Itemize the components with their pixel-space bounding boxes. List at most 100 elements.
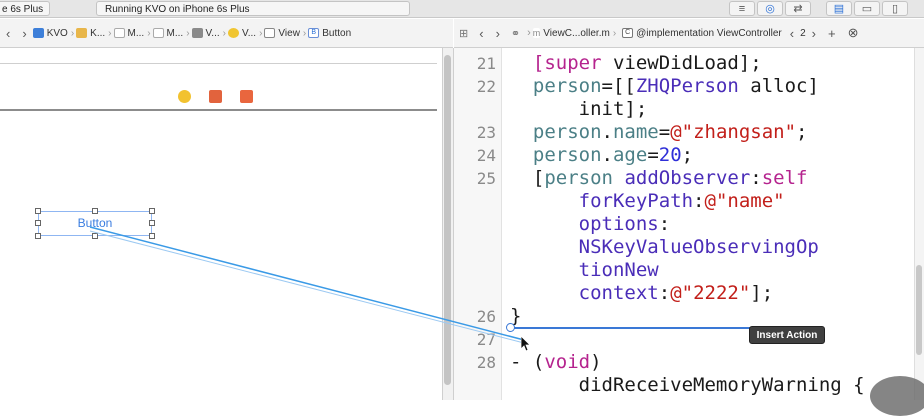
code-editor[interactable]: [super viewDidLoad]; person=[[ZHQPerson … xyxy=(510,48,914,400)
insertion-indicator-dot xyxy=(506,323,515,332)
resize-handle[interactable] xyxy=(35,220,41,226)
code-line[interactable]: [person addObserver:self xyxy=(510,167,808,190)
resize-handle[interactable] xyxy=(92,208,98,214)
file-icon xyxy=(152,28,164,38)
resize-handle[interactable] xyxy=(149,220,155,226)
code-line[interactable]: - (void) xyxy=(510,351,602,374)
overlay-shadow xyxy=(870,376,924,416)
scene-icon xyxy=(191,28,203,38)
navigator-icon[interactable]: ▤ xyxy=(826,1,852,16)
code-line[interactable]: person=[[ZHQPerson alloc] xyxy=(510,75,819,98)
code-token: viewDidLoad]; xyxy=(601,52,762,74)
code-token: = xyxy=(658,121,671,143)
code-line[interactable]: tionNew xyxy=(510,259,659,282)
lines-icon[interactable]: ≡ xyxy=(729,1,755,16)
code-token: 20 xyxy=(658,144,682,166)
forward-arrow-icon[interactable]: › xyxy=(496,26,500,41)
code-token: : xyxy=(693,190,705,212)
code-token: . xyxy=(601,121,613,143)
mouse-cursor-icon xyxy=(521,336,531,352)
breadcrumb-storyboard-base[interactable]: M... › xyxy=(152,28,190,39)
view-controller-icon[interactable] xyxy=(178,90,191,103)
code-token: tionNew xyxy=(578,259,659,281)
code-token: name xyxy=(612,121,659,143)
code-token: options xyxy=(578,213,659,235)
code-line[interactable]: options: xyxy=(510,213,671,236)
window-toolbar: e 6s Plus Running KVO on iPhone 6s Plus … xyxy=(0,0,924,18)
resize-handle[interactable] xyxy=(35,208,41,214)
debug-area-icon[interactable]: ▭ xyxy=(854,1,880,16)
add-editor-icon[interactable]: + xyxy=(828,26,836,41)
button-icon: B xyxy=(308,28,320,38)
code-line[interactable]: context:@"2222"]; xyxy=(510,282,774,305)
storyboard-jump-bar: ‹ › KVO › K... › M... › M... › V... › V... › V… xyxy=(0,19,453,48)
code-token: self xyxy=(761,167,808,189)
breadcrumb-button[interactable]: B Button xyxy=(308,28,351,39)
related-items-icon[interactable]: ⚭ xyxy=(511,27,520,40)
breadcrumb-symbol[interactable]: C @implementation ViewController xyxy=(622,28,782,39)
code-line[interactable]: [super viewDidLoad]; xyxy=(510,52,762,75)
code-token: [ xyxy=(532,167,545,189)
code-token: ]; xyxy=(750,282,774,304)
forward-arrow-icon[interactable]: › xyxy=(22,26,26,41)
code-line[interactable]: NSKeyValueObservingOp xyxy=(510,236,819,259)
close-editor-icon[interactable]: ⊗ xyxy=(848,25,859,41)
folder-icon xyxy=(76,28,88,38)
first-responder-icon[interactable] xyxy=(209,90,222,103)
separator-icon: › xyxy=(527,27,531,39)
back-arrow-icon[interactable]: ‹ xyxy=(479,26,483,41)
breadcrumb-source-file[interactable]: m ViewC...oller.m › xyxy=(532,28,616,39)
line-number: 25 xyxy=(476,169,496,188)
editor-scrollbar[interactable] xyxy=(916,265,922,355)
insert-action-tooltip: Insert Action xyxy=(749,326,825,344)
code-token: ZHQPerson xyxy=(635,75,739,97)
breadcrumb-view[interactable]: View › xyxy=(264,28,306,39)
resize-handle[interactable] xyxy=(35,233,41,239)
code-token: = xyxy=(647,144,659,166)
breadcrumb-folder[interactable]: K... › xyxy=(76,28,112,39)
next-issue-icon[interactable]: › xyxy=(812,26,816,41)
code-line[interactable]: didReceiveMemoryWarning { xyxy=(510,374,865,397)
code-token: NSKeyValueObservingOp xyxy=(578,236,819,258)
code-token: @"name" xyxy=(704,190,785,212)
code-token: person xyxy=(532,75,602,97)
counterpart-count: 2 xyxy=(800,27,806,39)
exit-icon[interactable] xyxy=(240,90,253,103)
code-line[interactable]: person.name=@"zhangsan"; xyxy=(510,121,808,144)
code-token: @"zhangsan" xyxy=(670,121,797,143)
grid-icon[interactable]: ⊞ xyxy=(459,27,468,40)
back-arrow-icon[interactable]: ‹ xyxy=(6,26,10,41)
breadcrumb-scene[interactable]: V... › xyxy=(191,28,226,39)
breadcrumb-project[interactable]: KVO › xyxy=(32,28,74,39)
code-token: [super xyxy=(532,52,602,74)
scheme-selector[interactable]: e 6s Plus xyxy=(0,1,50,16)
resize-handle[interactable] xyxy=(92,233,98,239)
breadcrumb-storyboard[interactable]: M... › xyxy=(113,28,151,39)
venn-icon[interactable]: ◎ xyxy=(757,1,783,16)
code-token: person xyxy=(544,167,613,189)
activity-status: Running KVO on iPhone 6s Plus xyxy=(96,1,410,16)
resize-handle[interactable] xyxy=(149,208,155,214)
code-token: : xyxy=(750,167,762,189)
line-number: 21 xyxy=(476,54,496,73)
insertion-indicator-line xyxy=(510,327,752,329)
resize-handle[interactable] xyxy=(149,233,155,239)
code-line[interactable]: init]; xyxy=(510,98,648,121)
code-line[interactable]: person.age=20; xyxy=(510,144,693,167)
utilities-icon[interactable]: ▯ xyxy=(882,1,908,16)
breadcrumb-view-controller[interactable]: V... › xyxy=(227,28,262,39)
previous-issue-icon[interactable]: ‹ xyxy=(790,26,794,41)
code-token: didReceiveMemoryWarning { xyxy=(532,374,865,396)
code-token: context xyxy=(578,282,659,304)
code-token: person xyxy=(532,121,602,143)
code-line[interactable]: forKeyPath:@"name" xyxy=(510,190,785,213)
canvas-scrollbar[interactable] xyxy=(444,55,451,385)
m-file-icon: m xyxy=(532,28,541,38)
arrows-icon[interactable]: ⇄ xyxy=(785,1,811,16)
code-token: age xyxy=(612,144,648,166)
